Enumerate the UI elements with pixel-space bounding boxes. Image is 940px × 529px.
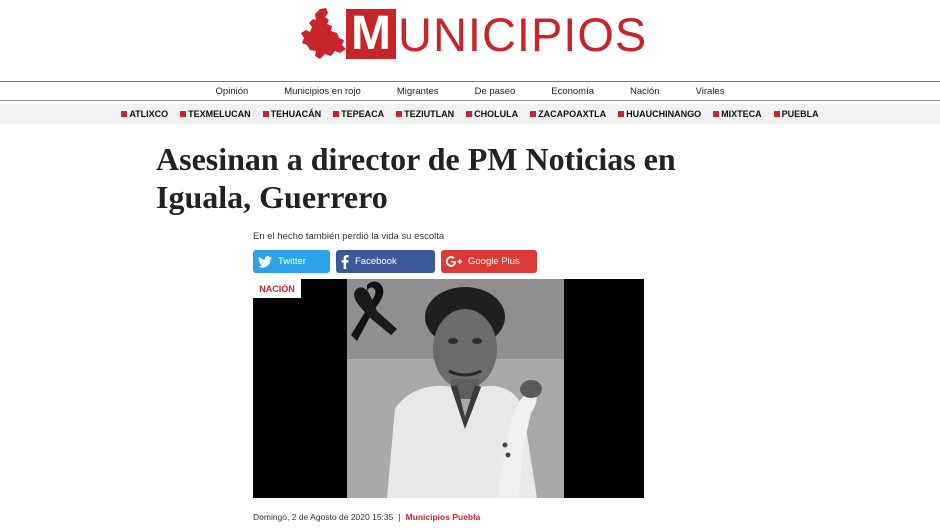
- logo-letter-box: M: [346, 9, 396, 59]
- portrait-illustration: [347, 279, 564, 498]
- portrait-image: [347, 279, 564, 498]
- meta-separator: |: [398, 512, 401, 522]
- nav-item-de-paseo[interactable]: De paseo: [475, 86, 516, 97]
- muni-item-teziutlan[interactable]: TEZIUTLAN: [396, 109, 454, 119]
- article-subtitle: En el hecho también perdió la vida su es…: [253, 231, 445, 242]
- category-badge[interactable]: NACIÓN: [253, 279, 301, 298]
- bullet-square-icon: [333, 111, 340, 117]
- twitter-share-label: Twitter: [278, 256, 306, 267]
- twitter-share-button[interactable]: Twitter: [253, 250, 330, 273]
- muni-label: TEZIUTLAN: [404, 109, 455, 119]
- article-author-link[interactable]: Municipios Puebla: [406, 512, 481, 522]
- facebook-share-button[interactable]: Facebook: [336, 250, 435, 273]
- share-buttons: Twitter Facebook Google Plus: [253, 250, 543, 273]
- nav-item-nacion[interactable]: Nación: [630, 86, 660, 97]
- article-date: Domingo, 2 de Agosto de 2020 15:35: [253, 512, 394, 522]
- google-plus-share-label: Google Plus: [468, 256, 520, 267]
- google-plus-icon: [446, 256, 462, 267]
- bullet-square-icon: [530, 111, 537, 117]
- nav-item-opinion[interactable]: Opinión: [216, 86, 249, 97]
- google-plus-share-button[interactable]: Google Plus: [441, 250, 537, 273]
- muni-label: TEPEACA: [341, 109, 385, 119]
- municipality-nav: ATLIXCO TEXMELUCAN TEHUACÁN TEPEACA TEZI…: [0, 104, 940, 124]
- muni-item-texmelucan[interactable]: TEXMELUCAN: [180, 109, 251, 119]
- muni-item-tehuacan[interactable]: TEHUACÁN: [262, 109, 322, 119]
- muni-label: ATLIXCO: [129, 109, 169, 119]
- article-meta: Domingo, 2 de Agosto de 2020 15:35 | Mun…: [253, 512, 480, 522]
- muni-item-mixteca[interactable]: MIXTECA: [713, 109, 762, 119]
- nav-item-virales[interactable]: Virales: [696, 86, 725, 97]
- article-photo[interactable]: [253, 279, 644, 498]
- puebla-map-icon: [301, 8, 346, 59]
- muni-item-cholula[interactable]: CHOLULA: [466, 109, 518, 119]
- nav-item-economia[interactable]: Economía: [551, 86, 594, 97]
- muni-item-puebla[interactable]: PUEBLA: [773, 109, 819, 119]
- bullet-square-icon: [713, 111, 720, 117]
- muni-label: ZACAPOAXTLA: [538, 109, 607, 119]
- muni-item-atlixco[interactable]: ATLIXCO: [121, 109, 168, 119]
- bullet-square-icon: [466, 111, 473, 117]
- muni-label: PUEBLA: [781, 109, 819, 119]
- muni-label: TEHUACÁN: [270, 109, 322, 119]
- twitter-icon: [258, 255, 272, 268]
- bullet-square-icon: [121, 111, 128, 117]
- muni-label: MIXTECA: [721, 109, 762, 119]
- muni-item-zacapoaxtla[interactable]: ZACAPOAXTLA: [530, 109, 606, 119]
- bullet-square-icon: [773, 111, 780, 117]
- site-logo[interactable]: M UNICIPIOS: [298, 6, 654, 62]
- muni-item-huauchinango[interactable]: HUAUCHINANGO: [618, 109, 701, 119]
- logo-wordmark: UNICIPIOS: [398, 7, 648, 61]
- muni-item-tepeaca[interactable]: TEPEACA: [333, 109, 384, 119]
- bullet-square-icon: [180, 111, 187, 117]
- facebook-icon: [341, 254, 349, 269]
- nav-item-municipios-en-rojo[interactable]: Municipios en rojo: [284, 86, 361, 97]
- muni-label: CHOLULA: [474, 109, 519, 119]
- facebook-share-label: Facebook: [355, 256, 397, 267]
- muni-label: HUAUCHINANGO: [626, 109, 702, 119]
- bullet-square-icon: [396, 111, 403, 117]
- main-nav: Opinión Municipios en rojo Migrantes De …: [0, 81, 940, 101]
- bullet-square-icon: [618, 111, 625, 117]
- article-title: Asesinan a director de PM Noticias en Ig…: [156, 141, 676, 215]
- muni-label: TEXMELUCAN: [188, 109, 251, 119]
- bullet-square-icon: [262, 111, 269, 117]
- logo-letter: M: [351, 7, 391, 60]
- nav-item-migrantes[interactable]: Migrantes: [397, 86, 439, 97]
